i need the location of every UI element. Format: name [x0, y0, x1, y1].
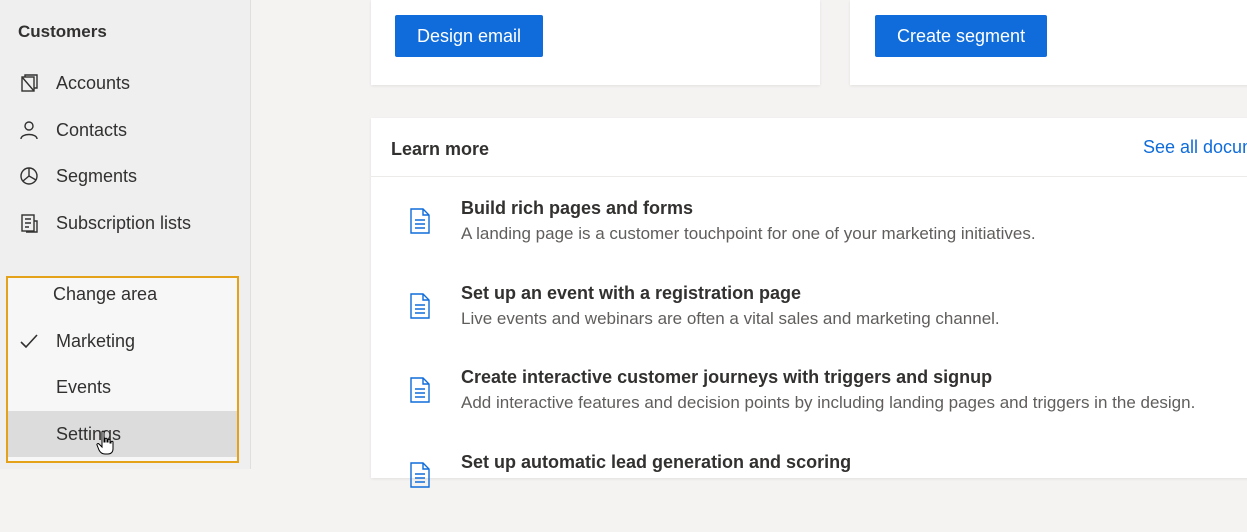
change-area-title: Change area	[53, 284, 158, 304]
sidebar-item-accounts[interactable]: Accounts	[0, 63, 250, 103]
learn-more-header: Learn more	[391, 139, 490, 159]
area-item-marketing[interactable]: Marketing	[8, 320, 237, 362]
area-item-label: Marketing	[56, 330, 136, 351]
sidebar-item-label: Contacts	[56, 119, 128, 140]
sidebar-item-contacts[interactable]: Contacts	[0, 110, 250, 150]
pie-chart-icon	[18, 165, 40, 187]
document-icon	[410, 377, 430, 403]
learn-item-description: Add interactive features and decision po…	[461, 393, 1196, 412]
learn-more-card: Learn more See all docum Build rich page…	[371, 118, 1247, 488]
learn-item-title: Set up automatic lead generation and sco…	[461, 452, 852, 472]
hand-cursor-icon	[96, 430, 114, 456]
learn-item-title: Create interactive customer journeys wit…	[461, 367, 993, 387]
learn-item[interactable]: Build rich pages and forms A landing pag…	[371, 198, 1247, 278]
sidebar-item-segments[interactable]: Segments	[0, 156, 250, 196]
learn-item-title: Set up an event with a registration page	[461, 283, 802, 303]
learn-item-title: Build rich pages and forms	[461, 198, 694, 218]
section-header-customers: Customers	[18, 22, 107, 41]
sidebar-item-label: Segments	[56, 165, 138, 186]
area-item-label: Events	[56, 376, 112, 397]
document-icon	[410, 293, 430, 319]
document-icon	[410, 462, 430, 488]
document-icon	[410, 208, 430, 234]
sidebar: Customers Accounts Contacts Segments Sub…	[0, 0, 251, 469]
design-email-button[interactable]: Design email	[395, 15, 544, 57]
area-item-settings[interactable]: Settings	[8, 411, 237, 457]
learn-item-description: Live events and webinars are often a vit…	[461, 309, 1000, 328]
sidebar-item-subscription-lists[interactable]: Subscription lists	[0, 203, 250, 243]
learn-item[interactable]: Set up automatic lead generation and sco…	[371, 452, 1247, 532]
area-item-events[interactable]: Events	[8, 366, 237, 408]
sidebar-item-label: Subscription lists	[56, 212, 192, 233]
learn-item[interactable]: Create interactive customer journeys wit…	[371, 367, 1247, 447]
checkmark-icon	[18, 330, 40, 352]
see-all-docs-link[interactable]: See all docum	[1143, 137, 1247, 158]
divider	[371, 176, 1247, 177]
sidebar-item-label: Accounts	[56, 72, 131, 93]
accounts-icon	[18, 72, 40, 94]
learn-item-description: A landing page is a customer touchpoint …	[461, 224, 1036, 243]
create-segment-card: Create segment	[850, 0, 1247, 85]
person-icon	[18, 119, 40, 141]
learn-item[interactable]: Set up an event with a registration page…	[371, 283, 1247, 363]
design-email-card: Design email	[371, 0, 820, 85]
subscription-list-icon	[18, 212, 40, 234]
create-segment-button[interactable]: Create segment	[875, 15, 1048, 57]
